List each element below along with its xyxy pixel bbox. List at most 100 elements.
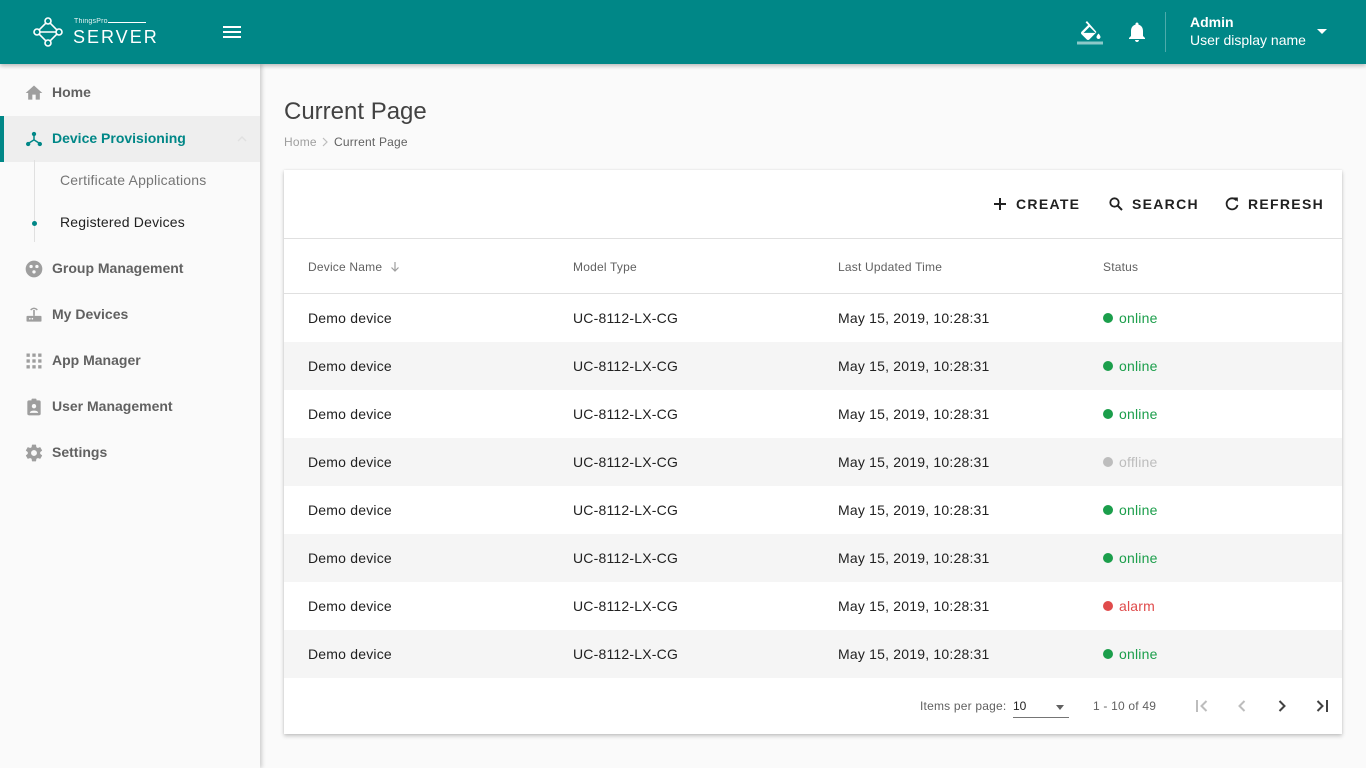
status-text: online <box>1119 646 1158 662</box>
status-badge: online <box>1103 548 1223 568</box>
create-button[interactable]: CREATE <box>992 190 1081 218</box>
column-header-device-name[interactable]: Device Name <box>308 260 382 274</box>
user-display-name: User display name <box>1190 32 1306 48</box>
plus-icon <box>994 198 1006 210</box>
devices-table-card: CREATE SEARCH REFRESH Device Name Model … <box>284 170 1342 734</box>
sort-arrow-down-icon[interactable] <box>389 261 401 273</box>
selected-dot <box>32 221 37 226</box>
caret-down-icon[interactable] <box>1316 28 1328 36</box>
status-badge: online <box>1103 308 1223 328</box>
breadcrumb-current: Current Page <box>334 135 408 149</box>
items-per-page-select[interactable]: 10 <box>1013 694 1069 718</box>
sidebar-item-label: My Devices <box>52 306 129 322</box>
device-name-cell: Demo device <box>308 598 392 614</box>
table-row[interactable]: Demo device UC-8112-LX-CG May 15, 2019, 10… <box>284 486 1342 534</box>
sidebar: Home Device Provisioning Certificate App… <box>0 64 260 768</box>
next-page-icon[interactable] <box>1270 694 1294 718</box>
status-badge: online <box>1103 356 1223 376</box>
sidebar-subitem-label: Certificate Applications <box>60 172 207 188</box>
chevron-right-icon <box>322 137 328 147</box>
create-button-label: CREATE <box>1016 196 1081 212</box>
device-name-cell: Demo device <box>308 358 392 374</box>
last-updated-cell: May 15, 2019, 10:28:31 <box>838 502 990 518</box>
sidebar-item-device-provisioning[interactable]: Device Provisioning <box>0 116 260 162</box>
sidebar-item-user-management[interactable]: User Management <box>0 384 260 430</box>
paginator: Items per page: 10 1 - 10 of 49 <box>284 686 1342 726</box>
model-type-cell: UC-8112-LX-CG <box>573 646 679 662</box>
user-name: Admin <box>1190 14 1234 30</box>
previous-page-icon[interactable] <box>1230 694 1254 718</box>
table-row[interactable]: Demo device UC-8112-LX-CG May 15, 2019, 10… <box>284 390 1342 438</box>
breadcrumb-home-link[interactable]: Home <box>284 135 317 149</box>
apps-grid-icon <box>26 353 42 369</box>
last-updated-cell: May 15, 2019, 10:28:31 <box>838 646 990 662</box>
search-button[interactable]: SEARCH <box>1108 190 1198 218</box>
logo-product-name: ThingsPro <box>74 18 108 25</box>
sidebar-item-home[interactable]: Home <box>0 70 260 116</box>
user-menu[interactable]: Admin User display name <box>1190 14 1340 50</box>
logo-server-text: SERVER <box>73 27 159 47</box>
sidebar-item-label: User Management <box>52 398 173 414</box>
header-divider <box>1165 12 1166 52</box>
refresh-button[interactable]: REFRESH <box>1224 190 1323 218</box>
items-per-page-label: Items per page: <box>920 699 1007 713</box>
app-logo[interactable]: ThingsPro SERVER <box>32 14 157 50</box>
device-name-cell: Demo device <box>308 646 392 662</box>
last-updated-cell: May 15, 2019, 10:28:31 <box>838 454 990 470</box>
sidebar-subitem-registered-devices[interactable]: Registered Devices <box>0 202 260 244</box>
sidebar-item-my-devices[interactable]: My Devices <box>0 292 260 338</box>
last-updated-cell: May 15, 2019, 10:28:31 <box>838 310 990 326</box>
bell-icon[interactable] <box>1125 20 1149 44</box>
sidebar-item-app-manager[interactable]: App Manager <box>0 338 260 384</box>
column-header-status[interactable]: Status <box>1103 260 1138 274</box>
status-dot-icon <box>1103 457 1113 467</box>
table-row[interactable]: Demo device UC-8112-LX-CG May 15, 2019, 10… <box>284 342 1342 390</box>
status-dot-icon <box>1103 361 1113 371</box>
gear-icon <box>25 444 43 462</box>
status-text: offline <box>1119 454 1158 470</box>
table-row[interactable]: Demo device UC-8112-LX-CG May 15, 2019, 10… <box>284 630 1342 678</box>
logo-divider <box>108 22 146 23</box>
paint-bucket-icon[interactable] <box>1076 18 1104 46</box>
status-dot-icon <box>1103 505 1113 515</box>
page-title: Current Page <box>284 98 427 125</box>
home-icon <box>25 85 43 100</box>
refresh-icon <box>1225 197 1239 211</box>
router-icon <box>26 307 42 322</box>
model-type-cell: UC-8112-LX-CG <box>573 406 679 422</box>
table-row[interactable]: Demo device UC-8112-LX-CG May 15, 2019, 10… <box>284 582 1342 630</box>
status-text: online <box>1119 406 1158 422</box>
page-range-label: 1 - 10 of 49 <box>1093 699 1157 713</box>
model-type-cell: UC-8112-LX-CG <box>573 550 679 566</box>
table-row[interactable]: Demo device UC-8112-LX-CG May 15, 2019, 10… <box>284 438 1342 486</box>
table-row[interactable]: Demo device UC-8112-LX-CG May 15, 2019, 10… <box>284 534 1342 582</box>
status-dot-icon <box>1103 553 1113 563</box>
hamburger-menu-icon[interactable] <box>220 20 244 44</box>
caret-down-icon <box>1056 705 1064 710</box>
sidebar-item-label: Device Provisioning <box>52 130 186 146</box>
status-badge: online <box>1103 404 1223 424</box>
model-type-cell: UC-8112-LX-CG <box>573 502 679 518</box>
status-text: online <box>1119 358 1158 374</box>
items-per-page-value: 10 <box>1013 699 1027 713</box>
model-type-cell: UC-8112-LX-CG <box>573 310 679 326</box>
sidebar-item-settings[interactable]: Settings <box>0 430 260 476</box>
logo-mark-icon <box>33 17 63 47</box>
device-name-cell: Demo device <box>308 502 392 518</box>
column-header-model-type[interactable]: Model Type <box>573 260 637 274</box>
model-type-cell: UC-8112-LX-CG <box>573 598 679 614</box>
last-page-icon[interactable] <box>1310 694 1334 718</box>
status-text: online <box>1119 550 1158 566</box>
status-badge: offline <box>1103 452 1223 472</box>
table-row[interactable]: Demo device UC-8112-LX-CG May 15, 2019, 10… <box>284 294 1342 342</box>
column-header-last-updated-time[interactable]: Last Updated Time <box>838 260 942 274</box>
status-text: online <box>1119 502 1158 518</box>
status-dot-icon <box>1103 313 1113 323</box>
sidebar-item-group-management[interactable]: Group Management <box>0 246 260 292</box>
sidebar-subitem-certificate-applications[interactable]: Certificate Applications <box>0 160 260 202</box>
sidebar-item-label: Group Management <box>52 260 184 276</box>
model-type-cell: UC-8112-LX-CG <box>573 358 679 374</box>
first-page-icon[interactable] <box>1190 694 1214 718</box>
chevron-up-icon[interactable] <box>237 136 247 142</box>
status-badge: online <box>1103 644 1223 664</box>
